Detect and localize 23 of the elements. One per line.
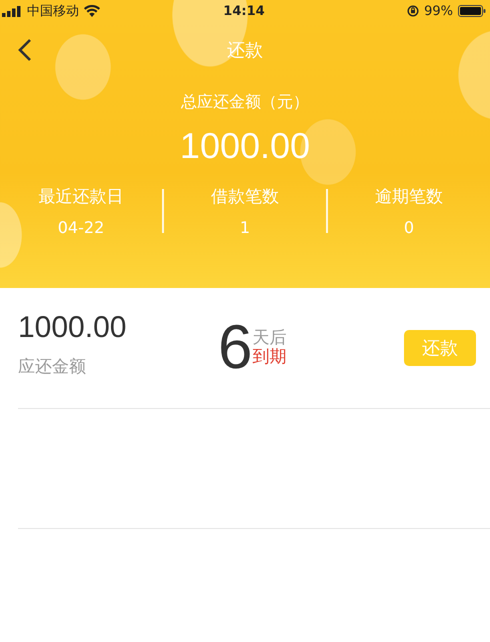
total-label: 总应还金额（元） — [180, 92, 310, 113]
stat-label: 逾期笔数 — [375, 186, 443, 208]
amount-label: 应还金额 — [18, 356, 87, 378]
days-unit: 天后 — [252, 329, 286, 348]
status-time: 14:14 — [223, 4, 265, 18]
rotation-lock-icon — [407, 5, 420, 17]
stat-label: 最近还款日 — [38, 186, 124, 208]
total-amount: 1000.00 — [178, 125, 312, 167]
loan-amount: 1000.00 — [18, 310, 128, 344]
wifi-icon — [84, 5, 100, 17]
battery-percent: 99% — [424, 4, 453, 18]
stat-value: 04-22 — [58, 218, 104, 237]
stat-value: 0 — [404, 218, 414, 237]
repay-button[interactable]: 还款 — [404, 330, 476, 366]
stat-label: 借款笔数 — [211, 186, 279, 208]
page-title: 还款 — [227, 39, 263, 62]
battery-icon — [458, 5, 486, 17]
back-icon[interactable] — [18, 38, 32, 62]
days-number: 6 — [218, 317, 252, 379]
stat-value: 1 — [240, 218, 250, 237]
due-text: 到期 — [252, 348, 286, 367]
signal-icon — [2, 6, 22, 16]
carrier-name: 中国移动 — [27, 3, 79, 20]
